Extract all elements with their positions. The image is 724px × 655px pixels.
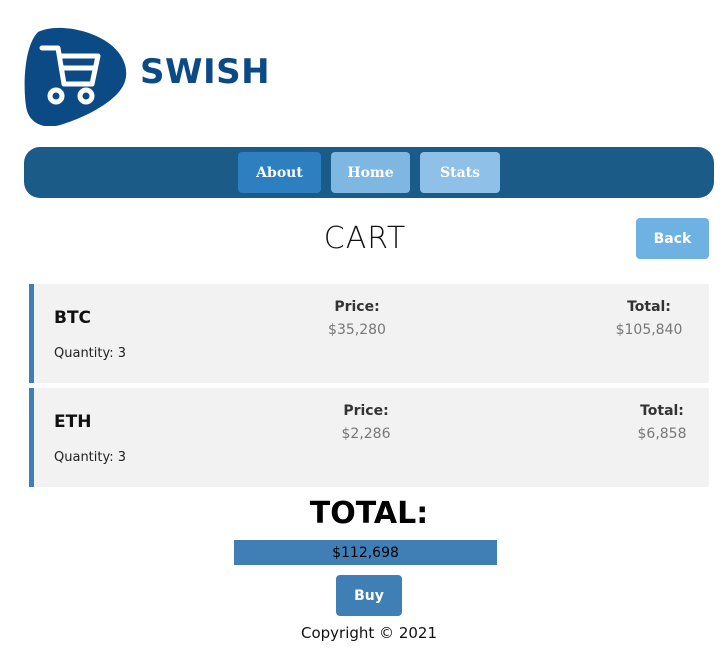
item-quantity: Quantity: 3 [54,346,127,361]
buy-button[interactable]: Buy [336,575,402,616]
cart-item: ETH Quantity: 3 Price: $2,286 Total: $6,… [29,388,709,487]
copyright-text: Copyright © 2021 [300,624,437,642]
nav-bar: About Home Stats [24,147,714,198]
nav-about-button[interactable]: About [238,152,321,193]
price-value: $2,286 [341,426,391,442]
total-label: Total: [627,299,671,315]
cart-item: BTC Quantity: 3 Price: $35,280 Total: $1… [29,284,709,383]
item-name: BTC [54,308,92,328]
price-label: Price: [334,299,380,315]
total-value: $6,858 [637,426,687,442]
nav-stats-button[interactable]: Stats [420,152,500,193]
back-button[interactable]: Back [636,218,709,259]
shopping-cart-icon [24,27,127,127]
page-title: CART [323,221,407,256]
brand-logo [24,26,134,127]
price-value: $35,280 [328,322,386,338]
item-name: ETH [54,412,92,432]
total-heading: TOTAL: [309,496,429,531]
total-value: $105,840 [615,322,683,338]
item-quantity: Quantity: 3 [54,450,127,465]
total-amount: $112,698 [234,540,497,565]
total-label: Total: [640,403,684,419]
brand-name: SWISH [140,52,271,92]
nav-home-button[interactable]: Home [331,152,410,193]
price-label: Price: [343,403,389,419]
